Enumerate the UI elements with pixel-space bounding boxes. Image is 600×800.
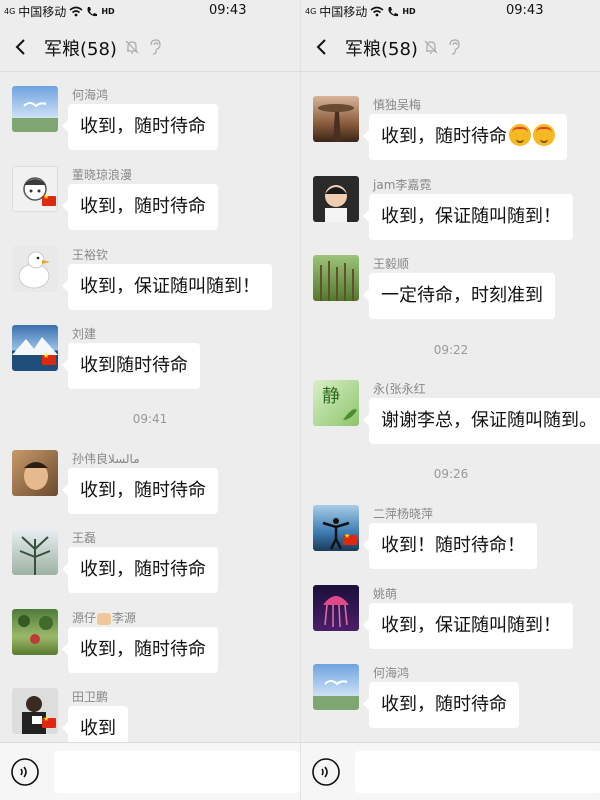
sender-name: 姚萌 (373, 587, 398, 601)
sender-name: 王裕钦 (72, 248, 109, 262)
message-bubble[interactable]: 收到，保证随叫随到！ (363, 603, 573, 649)
input-bar (0, 742, 300, 800)
hd-label: HD (402, 7, 416, 16)
face-icon (24, 462, 48, 490)
sender-name: 孙伟良مالسلا (72, 452, 140, 466)
chat-title: 军粮(58) (44, 39, 117, 60)
sender-name-part: 李源 (112, 611, 137, 625)
sender-name: 刘建 (72, 327, 97, 341)
time-separator: 09:22 (301, 343, 600, 357)
duck-icon (18, 251, 50, 289)
bird-icon (23, 102, 47, 108)
message-bubble[interactable]: 收到，随时待命 (62, 184, 218, 230)
garden-icon (18, 615, 53, 644)
rock-sunset-icon (318, 104, 354, 142)
fist-emoji-icon (97, 612, 112, 625)
child-icon (325, 185, 347, 222)
sender-name: 董晓琼浪漫 (72, 168, 133, 182)
timestamp-label: 09:26 (433, 467, 469, 481)
avatar[interactable] (313, 176, 359, 222)
sender-name: 何海鸿 (72, 88, 109, 102)
message-bubble[interactable]: 一定待命，时刻准到 (363, 273, 555, 319)
sender-name: 王毅顺 (373, 257, 410, 271)
sender-name: 田卫鹏 (72, 690, 109, 704)
message-bubble[interactable]: 收到，随时待命 (363, 114, 567, 160)
sender-name: 永(张永红 (373, 382, 426, 396)
message-bubble[interactable]: 谢谢李总，保证随叫随到。 (363, 398, 600, 444)
calligraphy-char: 静 (322, 386, 340, 407)
carrier-label: 中国移动 (18, 5, 67, 19)
flag-badge (42, 352, 56, 365)
sender-name: 二萍杨晓萍 (373, 507, 434, 521)
wifi-icon (69, 6, 83, 17)
status-bar: 4G 中国移动 HD 09:43 (301, 0, 600, 20)
angry-face-emoji-icon (533, 124, 555, 146)
chat-screen-right: 4G 中国移动 HD 09:43 军粮(58) 慎独吴梅 收到，随时待命 jam… (300, 0, 600, 800)
signal-label: 4G (305, 6, 317, 16)
input-bar (301, 742, 600, 800)
bird-icon (324, 680, 348, 686)
mute-bell-icon (125, 40, 139, 54)
voice-icon[interactable] (311, 757, 341, 787)
angry-face-emoji-icon (509, 124, 531, 146)
message-bubble[interactable]: 收到随时待命 (62, 343, 200, 389)
mute-bell-icon (424, 40, 438, 54)
timestamp-label: 09:22 (433, 343, 469, 357)
avatar[interactable] (313, 664, 359, 710)
voice-icon[interactable] (10, 757, 40, 787)
back-icon[interactable] (12, 38, 30, 56)
flag-badge (42, 193, 56, 206)
message-bubble[interactable]: 收到，保证随叫随到！ (363, 194, 573, 240)
earpiece-icon (150, 39, 161, 55)
avatar[interactable] (313, 255, 359, 301)
chat-header: 军粮(58) (0, 24, 300, 72)
clock: 09:43 (209, 3, 247, 18)
avatar[interactable]: 静 (313, 380, 359, 426)
avatar[interactable] (12, 609, 58, 655)
call-icon (387, 6, 399, 18)
avatar[interactable] (12, 450, 58, 496)
message-bubble[interactable]: 收到，随时待命 (62, 547, 218, 593)
chat-header: 军粮(58) (301, 24, 600, 72)
signal-label: 4G (4, 6, 16, 16)
call-icon (86, 6, 98, 18)
avatar[interactable] (313, 96, 359, 142)
time-separator: 09:26 (301, 467, 600, 481)
jellyfish-icon (323, 596, 349, 628)
tree-icon (19, 536, 51, 575)
hd-label: HD (101, 7, 115, 16)
flag-badge (343, 532, 357, 545)
message-input[interactable] (54, 751, 300, 793)
message-bubble[interactable]: 收到！随时待命！ (363, 523, 537, 569)
sender-name: 王磊 (72, 531, 97, 545)
forest-icon (320, 261, 354, 301)
message-bubble[interactable]: 收到，随时待命 (363, 682, 519, 728)
chat-title: 军粮(58) (345, 39, 418, 60)
avatar[interactable] (313, 585, 359, 631)
sender-name: 慎独吴梅 (373, 98, 422, 112)
status-bar: 4G 中国移动 HD 09:43 (0, 0, 300, 20)
avatar[interactable] (12, 529, 58, 575)
timestamp-label: 09:41 (132, 412, 168, 426)
message-bubble[interactable]: 收到，随时待命 (62, 468, 218, 514)
chat-screen-left: 4G 中国移动 HD 09:43 军粮(58) 何海鸿 收到，随时待命 董晓琼浪… (0, 0, 300, 800)
wifi-icon (370, 6, 384, 17)
sender-name: jam李嘉霓 (373, 178, 432, 192)
message-text: 收到，随时待命 (381, 126, 507, 147)
message-bubble[interactable]: 收到，保证随叫随到！ (62, 264, 272, 310)
time-separator: 09:41 (0, 412, 300, 426)
avatar[interactable] (12, 86, 58, 132)
message-bubble[interactable]: 收到，随时待命 (62, 104, 218, 150)
sender-name: 何海鸿 (373, 666, 410, 680)
sender-name-part: 源仔 (72, 611, 97, 625)
message-input[interactable] (355, 751, 600, 793)
message-bubble[interactable]: 收到，随时待命 (62, 627, 218, 673)
carrier-label: 中国移动 (319, 5, 368, 19)
avatar[interactable] (12, 246, 58, 292)
sender-name: 源仔 李源 (72, 609, 136, 626)
earpiece-icon (449, 39, 460, 55)
back-icon[interactable] (313, 38, 331, 56)
flag-badge (42, 715, 56, 728)
clock: 09:43 (506, 3, 544, 18)
